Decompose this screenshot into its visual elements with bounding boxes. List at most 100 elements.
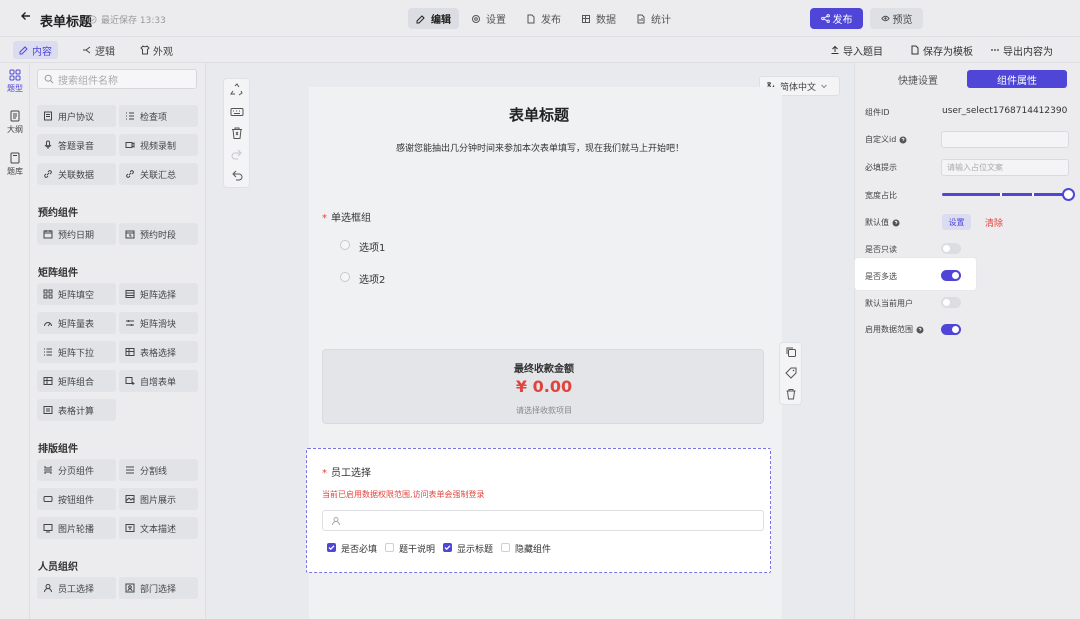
form-title[interactable]: 表单标题 [40, 11, 92, 30]
component-checklist[interactable]: 检查项 [119, 105, 198, 127]
width-slider-track[interactable] [942, 193, 1068, 196]
outline-icon [9, 110, 21, 122]
department-icon [125, 583, 135, 593]
subtab-content[interactable]: 内容 [13, 41, 58, 59]
checkbox-hide-component[interactable] [501, 543, 510, 552]
calendar-clock-icon [125, 229, 135, 239]
component-booking-date[interactable]: 预约日期 [37, 223, 116, 245]
readonly-toggle[interactable] [941, 243, 961, 254]
component-matrix-select[interactable]: 矩阵选择 [119, 283, 198, 305]
export-content-button[interactable]: 导出内容为 [990, 41, 1053, 59]
help-icon[interactable] [916, 326, 924, 334]
component-audio-recording[interactable]: 答题录音 [37, 134, 116, 156]
copy-icon[interactable] [785, 346, 797, 358]
checkbox-hide-component-label: 隐藏组件 [515, 545, 552, 555]
stats-icon [636, 14, 646, 24]
employee-question-label[interactable]: * 员工选择 [322, 464, 371, 479]
checkbox-show-title[interactable] [443, 543, 452, 552]
tag-icon[interactable] [785, 367, 797, 379]
component-auto-form[interactable]: 自增表单 [119, 370, 198, 392]
checkbox-required[interactable] [327, 543, 336, 552]
component-matrix-scale[interactable]: 矩阵量表 [37, 312, 116, 334]
search-icon [44, 74, 54, 84]
link-icon [43, 169, 53, 179]
tab-quick-settings[interactable]: 快捷设置 [868, 70, 968, 88]
canvas-form-title[interactable]: 表单标题 [509, 104, 569, 125]
canvas-form-description[interactable]: 感谢您能抽出几分钟时间来参加本次表单填写，现在我们就马上开始吧！ [396, 141, 684, 154]
component-video-recording[interactable]: 视频录制 [119, 134, 198, 156]
component-matrix-combo[interactable]: 矩阵组合 [37, 370, 116, 392]
edit-icon [416, 14, 426, 24]
undo-icon[interactable] [230, 169, 244, 183]
back-arrow-icon[interactable] [20, 10, 32, 22]
component-pagination[interactable]: 分页组件 [37, 459, 116, 481]
table-plus-icon [125, 376, 135, 386]
recycle-icon[interactable] [230, 83, 244, 97]
width-slider-handle[interactable] [1062, 188, 1075, 201]
eye-icon [880, 14, 890, 23]
keyboard-icon[interactable] [230, 105, 244, 119]
matrix-grid-icon [43, 289, 53, 299]
tab-component-props[interactable]: 组件属性 [967, 70, 1067, 88]
publish-button[interactable]: 发布 [810, 8, 863, 29]
multi-select-label: 是否多选 [865, 272, 897, 281]
tab-publish[interactable]: 发布 [518, 8, 569, 29]
default-set-button[interactable]: 设置 [942, 214, 971, 230]
subtab-logic[interactable]: 逻辑 [76, 41, 121, 59]
subtab-appearance[interactable]: 外观 [134, 41, 179, 59]
placeholder-label: 必填提示 [865, 163, 897, 172]
component-matrix-slider[interactable]: 矩阵滑块 [119, 312, 198, 334]
component-image-carousel[interactable]: 图片轮播 [37, 517, 116, 539]
table-icon [43, 376, 53, 386]
logic-icon [82, 45, 92, 55]
preview-button[interactable]: 预览 [870, 8, 923, 29]
button-icon [43, 494, 53, 504]
help-icon[interactable] [899, 136, 907, 144]
component-table-select[interactable]: 表格选择 [119, 341, 198, 363]
default-clear-button[interactable]: 清除 [985, 216, 1003, 229]
component-matrix-fill[interactable]: 矩阵填空 [37, 283, 116, 305]
rail-item-question-types[interactable]: 题型 [0, 69, 30, 94]
employee-picker-input[interactable] [322, 510, 764, 531]
radio-option-1[interactable] [340, 240, 350, 250]
component-linked-summary[interactable]: 关联汇总 [119, 163, 198, 185]
current-user-toggle[interactable] [941, 297, 961, 308]
tab-edit[interactable]: 编辑 [408, 8, 459, 29]
user-icon [331, 516, 341, 526]
tab-stats[interactable]: 统计 [628, 8, 679, 29]
component-linked-data[interactable]: 关联数据 [37, 163, 116, 185]
tab-settings[interactable]: 设置 [463, 8, 514, 29]
component-user-agreement[interactable]: 用户协议 [37, 105, 116, 127]
component-image-display[interactable]: 图片展示 [119, 488, 198, 510]
rail-item-outline[interactable]: 大纲 [0, 110, 30, 135]
placeholder-input[interactable]: 请输入占位文案 [941, 159, 1069, 176]
component-id-label: 组件ID [865, 108, 890, 117]
radio-option-1-label: 选项1 [359, 243, 386, 254]
radio-option-2[interactable] [340, 272, 350, 282]
component-button[interactable]: 按钮组件 [37, 488, 116, 510]
redo-icon[interactable] [230, 148, 244, 162]
save-as-template-button[interactable]: 保存为模板 [910, 41, 973, 59]
rail-item-library[interactable]: 题库 [0, 152, 30, 177]
trash-icon[interactable] [230, 126, 244, 140]
multi-select-toggle[interactable] [941, 270, 961, 281]
component-department-select[interactable]: 部门选择 [119, 577, 198, 599]
tab-data[interactable]: 数据 [573, 8, 624, 29]
import-questions-button[interactable]: 导入题目 [830, 41, 883, 59]
help-icon[interactable] [892, 219, 900, 227]
component-matrix-dropdown[interactable]: 矩阵下拉 [37, 341, 116, 363]
payment-card[interactable]: 最终收款金额 ¥ 0.00 请选择收款项目 [322, 349, 764, 424]
component-text-desc[interactable]: 文本描述 [119, 517, 198, 539]
template-icon [910, 45, 920, 55]
component-booking-slot[interactable]: 预约时段 [119, 223, 198, 245]
radio-question-label[interactable]: * 单选框组 [322, 209, 371, 224]
component-table-calc[interactable]: 表格计算 [37, 399, 116, 421]
custom-id-input[interactable] [941, 131, 1069, 148]
checkbox-stem-desc[interactable] [385, 543, 394, 552]
data-scope-toggle[interactable] [941, 324, 961, 335]
component-employee-select[interactable]: 员工选择 [37, 577, 116, 599]
component-divider[interactable]: 分割线 [119, 459, 198, 481]
component-search-input[interactable]: 搜索组件名称 [37, 69, 197, 89]
trash-icon[interactable] [785, 388, 797, 400]
left-rail: 题型 大纲 题库 [0, 63, 30, 619]
